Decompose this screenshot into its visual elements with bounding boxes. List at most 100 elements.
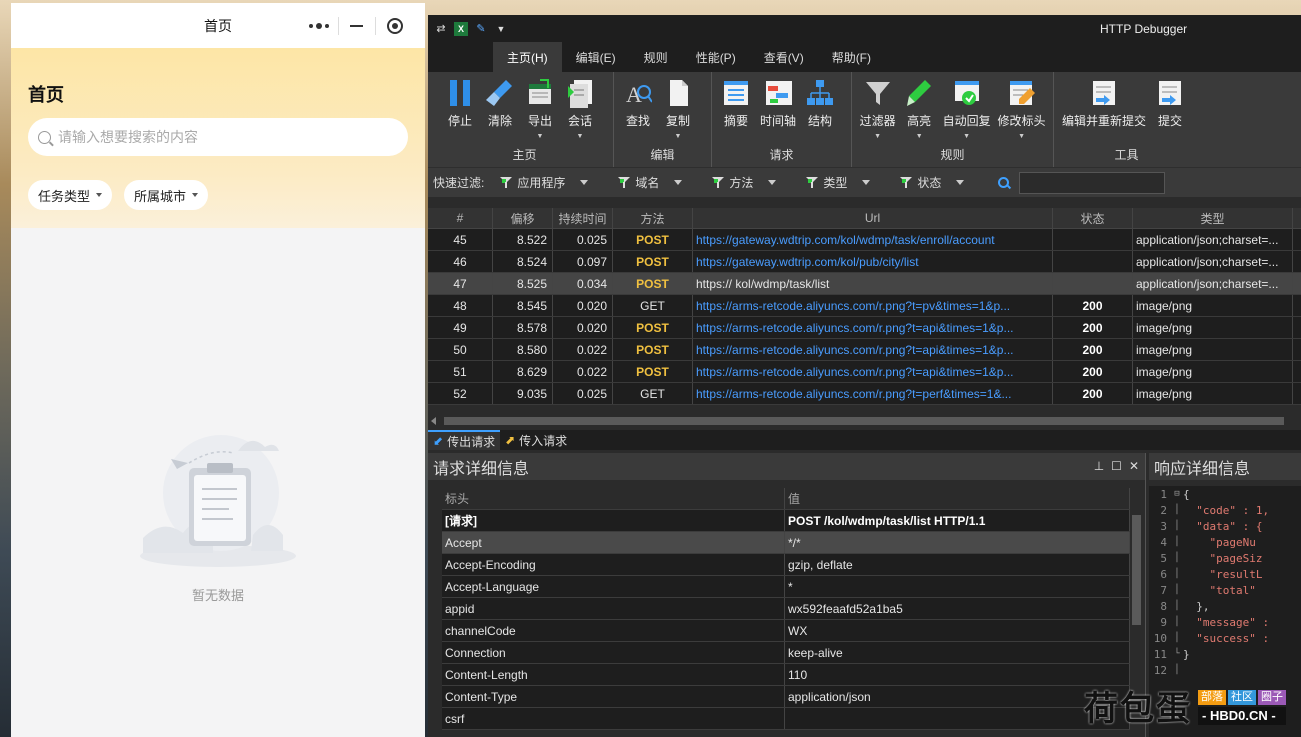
filter-status[interactable]: 状态 bbox=[900, 174, 965, 191]
brush-icon[interactable]: ✎ bbox=[474, 22, 488, 36]
cell-method: POST bbox=[613, 273, 693, 294]
table-row[interactable]: 45 8.522 0.025 POST https://gateway.wdtrip.c… bbox=[428, 229, 1301, 251]
line-number: 5 bbox=[1160, 551, 1167, 565]
col-header-key[interactable]: 标头 bbox=[442, 488, 785, 509]
clear-label: 清除 bbox=[487, 114, 512, 128]
table-row[interactable]: 48 8.545 0.020 GET https://arms-retcode.aliy… bbox=[428, 295, 1301, 317]
cell-status bbox=[1053, 251, 1133, 272]
horizontal-scrollbar[interactable] bbox=[428, 414, 1301, 428]
more-dots-icon[interactable] bbox=[305, 14, 333, 38]
header-row[interactable]: Connection keep-alive bbox=[442, 642, 1130, 664]
copy-label: 复制 bbox=[665, 114, 690, 128]
menu-view[interactable]: 查看(V) bbox=[750, 42, 818, 72]
header-row[interactable]: channelCode WX bbox=[442, 620, 1130, 642]
col-header-num[interactable]: # bbox=[428, 208, 493, 228]
table-row[interactable]: 51 8.629 0.022 POST https://arms-retcode.ali… bbox=[428, 361, 1301, 383]
tab-incoming[interactable]: ⬈ 传入请求 bbox=[500, 430, 572, 450]
close-icon[interactable]: ✕ bbox=[1129, 459, 1139, 473]
scrollbar-thumb[interactable] bbox=[444, 417, 1284, 425]
search-box[interactable] bbox=[28, 118, 408, 156]
minimize-icon[interactable] bbox=[343, 14, 371, 38]
menu-home[interactable]: 主页(H) bbox=[493, 42, 562, 72]
header-row[interactable]: appid wx592feaafd52a1ba5 bbox=[442, 598, 1130, 620]
excel-icon[interactable]: X bbox=[454, 21, 468, 36]
header-row[interactable]: Content-Type application/json bbox=[442, 686, 1130, 708]
col-header-url[interactable]: Url bbox=[693, 208, 1053, 228]
search-input[interactable] bbox=[58, 129, 378, 145]
code-text: } bbox=[1183, 647, 1190, 661]
filter-domain[interactable]: 域名 bbox=[618, 174, 683, 191]
quick-filter-search-input[interactable] bbox=[1019, 171, 1166, 194]
header-value: gzip, deflate bbox=[785, 554, 1130, 575]
header-row[interactable]: [请求] POST /kol/wdmp/task/list HTTP/1.1 bbox=[442, 510, 1130, 532]
dropdown-arrow-icon[interactable]: ▼ bbox=[675, 133, 682, 140]
table-row[interactable]: 52 9.035 0.025 GET https://arms-retcode.aliy… bbox=[428, 383, 1301, 405]
code-line: 11 └} bbox=[1149, 646, 1301, 662]
menu-performance[interactable]: 性能(P) bbox=[682, 42, 750, 72]
col-header-status[interactable]: 状态 bbox=[1053, 208, 1133, 228]
filter-task-type[interactable]: 任务类型 bbox=[28, 180, 113, 210]
pin-icon[interactable]: ⊥ bbox=[1094, 459, 1104, 473]
table-row[interactable]: 49 8.578 0.020 POST https://arms-retcode.ali… bbox=[428, 317, 1301, 339]
dropdown-arrow-icon[interactable]: ▼ bbox=[1018, 133, 1025, 140]
response-details-header: 响应详细信息 bbox=[1149, 453, 1301, 480]
col-header-type[interactable]: 类型 bbox=[1133, 208, 1293, 228]
header-key: csrf bbox=[442, 708, 785, 729]
scroll-left-icon[interactable] bbox=[431, 417, 436, 425]
page-heading: 首页 bbox=[28, 85, 64, 105]
cell-type: image/png bbox=[1133, 339, 1293, 360]
group-label-edit: 编辑 bbox=[650, 148, 675, 162]
dropdown-arrow-icon[interactable]: ▼ bbox=[537, 133, 544, 140]
quick-access-dropdown-icon[interactable]: ▼ bbox=[494, 22, 508, 36]
line-number: 8 bbox=[1160, 599, 1167, 613]
dropdown-arrow-icon[interactable]: ▼ bbox=[577, 133, 584, 140]
table-row[interactable]: 50 8.580 0.022 POST https://arms-retcode.ali… bbox=[428, 339, 1301, 361]
col-header-value[interactable]: 值 bbox=[785, 488, 1130, 509]
summary-icon bbox=[722, 78, 750, 108]
dropdown-arrow-icon[interactable]: ▼ bbox=[916, 133, 923, 140]
menu-rules[interactable]: 规则 bbox=[630, 42, 682, 72]
cell-type: application/json;charset=... bbox=[1133, 273, 1293, 294]
filter-method[interactable]: 方法 bbox=[712, 174, 777, 191]
tab-outgoing[interactable]: ⬋ 传出请求 bbox=[428, 430, 501, 450]
menu-help[interactable]: 帮助(F) bbox=[818, 42, 885, 72]
header-row[interactable]: csrf bbox=[442, 708, 1130, 730]
chevron-down-icon bbox=[674, 180, 683, 185]
menu-edit[interactable]: 编辑(E) bbox=[562, 42, 630, 72]
header-rows: [请求] POST /kol/wdmp/task/list HTTP/1.1 Acc… bbox=[442, 510, 1130, 730]
col-header-method[interactable]: 方法 bbox=[613, 208, 693, 228]
cell-duration: 0.034 bbox=[553, 273, 613, 294]
fold-guide: │ bbox=[1174, 665, 1180, 675]
close-target-icon[interactable] bbox=[381, 14, 409, 38]
header-row[interactable]: Accept-Language * bbox=[442, 576, 1130, 598]
cell-type: image/png bbox=[1133, 383, 1293, 404]
header-row[interactable]: Accept-Encoding gzip, deflate bbox=[442, 554, 1130, 576]
fold-toggle-icon[interactable]: ⊟ bbox=[1171, 489, 1183, 499]
col-header-offset[interactable]: 偏移 bbox=[493, 208, 553, 228]
dropdown-arrow-icon[interactable]: ▼ bbox=[963, 133, 970, 140]
cell-num: 50 bbox=[428, 339, 493, 360]
code-line: 3 │ "data" : { bbox=[1149, 518, 1301, 534]
table-row[interactable]: 47 8.525 0.034 POST https:// kol/wdmp/task/l… bbox=[428, 273, 1301, 295]
col-header-duration[interactable]: 持续时间 bbox=[553, 208, 613, 228]
ribbon-group-request: 摘要 时间轴 结构 请求 bbox=[712, 72, 852, 167]
chevron-down-icon bbox=[956, 180, 965, 185]
cell-duration: 0.020 bbox=[553, 295, 613, 316]
filter-type[interactable]: 类型 bbox=[806, 174, 871, 191]
scrollbar-thumb[interactable] bbox=[1132, 515, 1141, 625]
funnel-icon bbox=[712, 176, 725, 189]
dropdown-arrow-icon[interactable]: ▼ bbox=[874, 133, 881, 140]
funnel-icon bbox=[806, 176, 819, 189]
filter-application[interactable]: 应用程序 bbox=[500, 174, 589, 191]
caret-down-icon bbox=[192, 193, 199, 197]
filter-city[interactable]: 所属城市 bbox=[124, 180, 209, 210]
cell-url: https://gateway.wdtrip.com/kol/pub/city/… bbox=[693, 251, 1053, 272]
table-row[interactable]: 46 8.524 0.097 POST https://gateway.wdtrip.c… bbox=[428, 251, 1301, 273]
code-text: "success" : bbox=[1183, 631, 1270, 645]
header-row[interactable]: Accept */* bbox=[442, 532, 1130, 554]
swap-icon[interactable]: ⇄ bbox=[434, 22, 448, 36]
header-row[interactable]: Content-Length 110 bbox=[442, 664, 1130, 686]
menu-bar: 主页(H) 编辑(E) 规则 性能(P) 查看(V) 帮助(F) bbox=[428, 42, 1301, 72]
cell-status: 200 bbox=[1053, 383, 1133, 404]
maximize-icon[interactable]: ☐ bbox=[1111, 459, 1122, 473]
